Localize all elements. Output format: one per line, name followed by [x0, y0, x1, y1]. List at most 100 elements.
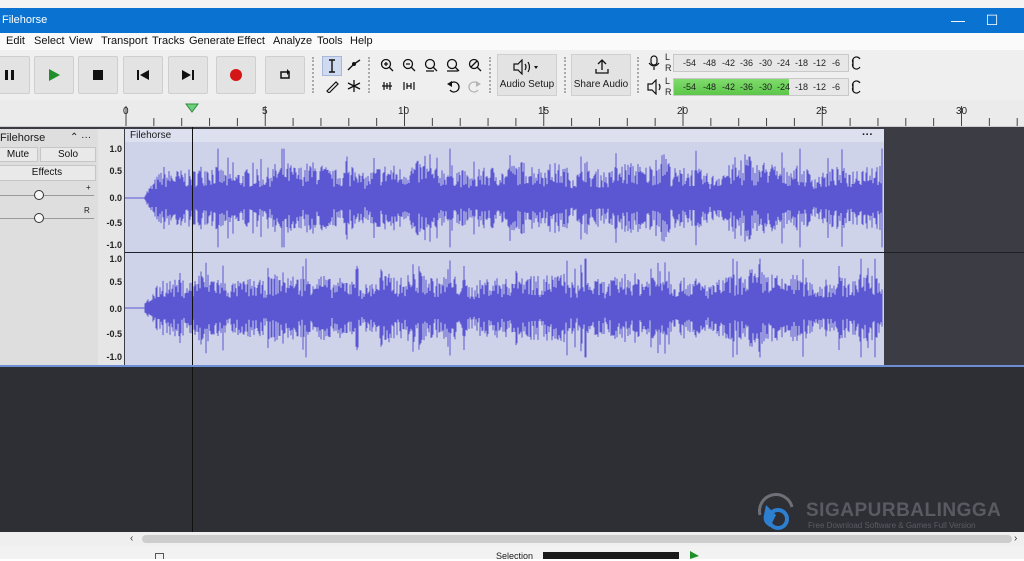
ruler-tick-label: 10 — [398, 106, 410, 117]
silence-button[interactable] — [399, 77, 419, 97]
playback-meter-l: L — [665, 76, 671, 86]
clip-header[interactable] — [125, 129, 884, 142]
scale-label: 0.5 — [109, 166, 122, 176]
playback-meter-tick: -54 — [683, 82, 697, 92]
playback-meter-tick: -48 — [703, 82, 717, 92]
checkbox[interactable] — [155, 553, 164, 559]
effects-button[interactable]: Effects — [0, 165, 96, 181]
playback-meter-tick: -6 — [832, 82, 841, 92]
track-name[interactable]: Filehorse — [0, 132, 45, 144]
pause-button[interactable] — [0, 56, 30, 94]
record-button[interactable] — [216, 56, 256, 94]
menu-effect[interactable]: Effect — [237, 35, 265, 47]
ruler-tick-label: 15 — [538, 106, 550, 117]
share-audio-button[interactable]: Share Audio — [571, 54, 631, 96]
track-menu-button[interactable]: ⌃ ··· — [70, 132, 91, 143]
menu-select[interactable]: Select — [34, 35, 65, 47]
playback-meter-tick: -18 — [795, 82, 809, 92]
selection-start-field[interactable] — [543, 552, 679, 559]
scroll-left-icon[interactable]: ‹ — [130, 533, 133, 544]
scale-label: -1.0 — [106, 240, 122, 250]
undo-button[interactable] — [443, 77, 463, 97]
pause-icon — [5, 70, 14, 80]
microphone-icon[interactable] — [647, 55, 661, 71]
menu-analyze[interactable]: Analyze — [273, 35, 312, 47]
fit-project-button[interactable] — [443, 56, 463, 76]
clip-name[interactable]: Filehorse — [130, 130, 171, 141]
toolbar-grip[interactable] — [368, 57, 373, 93]
scrollbar-thumb[interactable] — [142, 535, 1012, 543]
waveform[interactable] — [125, 142, 884, 365]
menu-generate[interactable]: Generate — [189, 35, 235, 47]
playback-meter-tick: -42 — [722, 82, 736, 92]
menu-transport[interactable]: Transport — [101, 35, 148, 47]
i-beam-icon — [329, 59, 335, 73]
toolbar-grip[interactable] — [489, 57, 494, 93]
multi-tool[interactable] — [344, 77, 364, 97]
record-meter-tick: -18 — [795, 58, 809, 68]
loop-button[interactable] — [265, 56, 305, 94]
speaker-icon[interactable] — [647, 79, 663, 95]
play-head-marker-icon[interactable] — [185, 103, 199, 113]
ruler-tick-label: 5 — [262, 106, 268, 117]
pan-slider-thumb[interactable] — [33, 212, 45, 224]
watermark-tagline: Free Download Software & Games Full Vers… — [808, 521, 976, 530]
record-meter-tick: -6 — [832, 58, 841, 68]
scale-label: -1.0 — [106, 352, 122, 362]
toolbar-grip[interactable] — [312, 57, 317, 93]
draw-tool[interactable] — [322, 77, 342, 97]
zoom-toggle-button[interactable] — [465, 56, 485, 76]
zoom-out-button[interactable] — [399, 56, 419, 76]
zoom-out-icon — [402, 58, 416, 72]
play-icon[interactable] — [688, 550, 700, 559]
record-meter-r: R — [665, 63, 672, 73]
skip-to-start-button[interactable] — [123, 56, 163, 94]
zoom-in-button[interactable] — [377, 56, 397, 76]
envelope-tool[interactable] — [344, 56, 364, 76]
playback-level-icon[interactable] — [850, 80, 862, 94]
record-meter-tick: -36 — [740, 58, 754, 68]
pencil-icon — [326, 81, 339, 93]
pan-slider[interactable] — [0, 218, 94, 219]
trim-button[interactable] — [377, 77, 397, 97]
scroll-right-icon[interactable]: › — [1014, 533, 1017, 544]
zoom-selection-icon — [424, 58, 438, 72]
toolbar-grip[interactable] — [564, 57, 569, 93]
menu-tools[interactable]: Tools — [317, 35, 343, 47]
stop-button[interactable] — [78, 56, 118, 94]
redo-button[interactable] — [465, 77, 485, 97]
upload-icon — [595, 59, 609, 74]
skip-to-end-button[interactable] — [168, 56, 208, 94]
menu-tracks[interactable]: Tracks — [152, 35, 185, 47]
asterisk-icon — [347, 80, 361, 92]
speaker-icon — [513, 59, 538, 75]
maximize-button[interactable]: ☐ — [972, 8, 1012, 33]
menu-edit[interactable]: Edit — [6, 35, 25, 47]
scale-label: 1.0 — [109, 144, 122, 154]
gain-plus-label: + — [86, 183, 91, 192]
skip-to-end-icon — [182, 70, 194, 80]
scale-label: 1.0 — [109, 254, 122, 264]
watermark-logo-icon — [758, 493, 794, 530]
gain-slider-thumb[interactable] — [33, 189, 45, 201]
record-meter-tick: -48 — [703, 58, 717, 68]
clip-menu-button[interactable]: ··· — [862, 129, 873, 141]
play-button[interactable] — [34, 56, 74, 94]
record-meter-l: L — [665, 52, 671, 62]
menu-view[interactable]: View — [69, 35, 93, 47]
playback-meter-tick: -24 — [777, 82, 791, 92]
gain-slider[interactable] — [0, 195, 94, 196]
fit-selection-button[interactable] — [421, 56, 441, 76]
mute-button[interactable]: Mute — [0, 147, 38, 162]
share-audio-label: Share Audio — [573, 79, 629, 90]
ruler-ticks — [125, 106, 1018, 126]
scale-label: 0.0 — [109, 193, 122, 203]
solo-button[interactable]: Solo — [40, 147, 96, 162]
toolbar-grip[interactable] — [637, 57, 642, 93]
playback-meter-tick: -30 — [759, 82, 773, 92]
selection-tool[interactable] — [322, 56, 342, 76]
audio-setup-button[interactable]: Audio Setup — [497, 54, 557, 96]
window-title: Filehorse — [2, 14, 48, 26]
record-level-icon[interactable] — [850, 56, 862, 70]
menu-help[interactable]: Help — [350, 35, 373, 47]
